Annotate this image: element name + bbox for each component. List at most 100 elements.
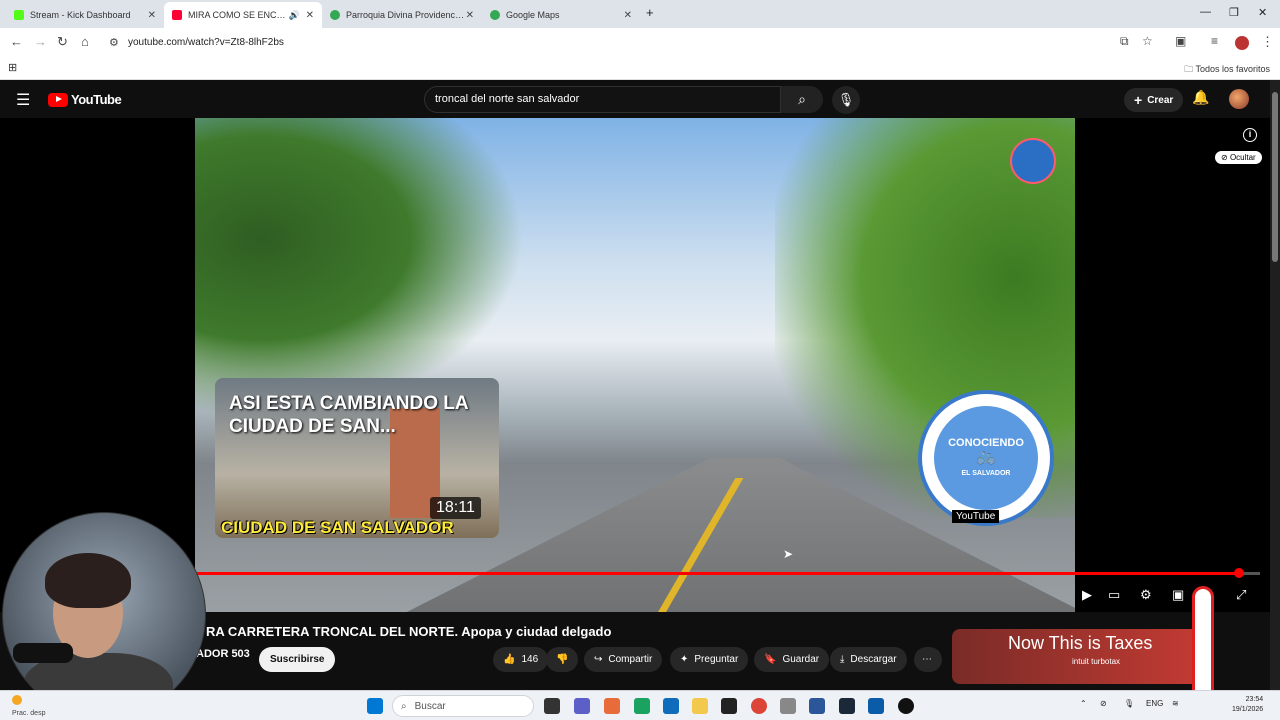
- weather-icon: [12, 695, 22, 705]
- app-green-icon[interactable]: [634, 698, 650, 714]
- download-button[interactable]: ⤓ Descargar: [830, 647, 907, 672]
- subscribe-button[interactable]: Suscribirse: [259, 647, 336, 672]
- file-explorer-icon[interactable]: [692, 698, 708, 714]
- miniplayer-icon[interactable]: ▣: [1172, 587, 1184, 603]
- create-button[interactable]: + Crear: [1124, 88, 1184, 112]
- bookmarks-bar: ⊞ 🗀 Todos los favoritos: [0, 58, 1280, 80]
- hide-button[interactable]: ⊘ Ocultar: [1215, 151, 1262, 164]
- watermark-channel-icon[interactable]: [1010, 138, 1056, 184]
- all-bookmarks-folder[interactable]: 🗀 Todos los favoritos: [1184, 62, 1270, 78]
- info-icon[interactable]: i: [1243, 128, 1257, 142]
- tab-google-maps[interactable]: Google Maps ✕: [482, 4, 640, 26]
- video-player[interactable]: [0, 118, 1270, 612]
- tab-search-icon[interactable]: ▣: [1175, 34, 1186, 48]
- search-button[interactable]: ⌕: [781, 86, 823, 113]
- video-scene-trees-left: [195, 118, 525, 418]
- store-icon[interactable]: [868, 698, 884, 714]
- search-input[interactable]: troncal del norte san salvador: [424, 86, 781, 113]
- obs-icon[interactable]: [898, 698, 914, 714]
- tab-parroquia[interactable]: Parroquia Divina Providencia - C ✕: [322, 4, 482, 26]
- close-tab-icon[interactable]: ✕: [624, 10, 632, 21]
- dislike-button[interactable]: 👎: [546, 647, 579, 672]
- taskbar-clock[interactable]: 23:54 19/1/2026: [1232, 695, 1263, 715]
- ad-title: Now This is Taxes: [1008, 633, 1153, 653]
- windows-start-icon[interactable]: [367, 698, 383, 714]
- thumbs-up-icon: 👍: [503, 654, 516, 665]
- tab-kick-dashboard[interactable]: Stream - Kick Dashboard ✕: [6, 4, 164, 26]
- channel-logo-badge[interactable]: CONOCIENDO 🚲 EL SALVADOR: [918, 390, 1054, 526]
- reading-list-icon[interactable]: ≡: [1211, 34, 1218, 48]
- close-tab-icon[interactable]: ✕: [306, 10, 314, 21]
- network-off-icon[interactable]: ⊘: [1100, 699, 1107, 708]
- apps-grid-icon[interactable]: ⊞: [8, 61, 17, 74]
- ad-banner[interactable]: Now This is Taxes intuit turbotax: [952, 629, 1202, 684]
- wifi-icon[interactable]: ≋: [1172, 699, 1179, 708]
- subtitles-icon[interactable]: ▭: [1108, 587, 1120, 603]
- ad-sponsor: intuit turbotax: [1072, 657, 1121, 666]
- settings-gear-icon[interactable]: ⚙: [1140, 587, 1152, 603]
- more-menu-icon[interactable]: ⋮: [1261, 34, 1274, 50]
- youtube-header: ☰ YouTube troncal del norte san salvador…: [0, 80, 1270, 118]
- install-app-icon[interactable]: ⧉: [1120, 34, 1129, 49]
- progress-scrubber[interactable]: [1233, 568, 1244, 578]
- profile-avatar[interactable]: [1235, 36, 1249, 50]
- chrome-icon[interactable]: [751, 698, 767, 714]
- close-window-icon[interactable]: ✕: [1258, 6, 1267, 19]
- search-icon: ⌕: [798, 91, 806, 107]
- save-button[interactable]: 🔖 Guardar: [754, 647, 830, 672]
- eye-off-icon: ⊘: [1221, 153, 1228, 162]
- audio-playing-icon[interactable]: 🔊: [289, 10, 300, 21]
- plus-icon: +: [1134, 92, 1143, 108]
- share-arrow-icon: ↪: [594, 654, 603, 665]
- forward-icon[interactable]: →: [34, 34, 47, 49]
- weather-widget[interactable]: Prac. desp: [12, 695, 45, 719]
- home-icon[interactable]: ⌂: [81, 34, 89, 49]
- taskbar-search[interactable]: ⌕ Buscar: [392, 695, 534, 717]
- youtube-logo[interactable]: YouTube: [48, 92, 122, 107]
- minimize-icon[interactable]: —: [1200, 6, 1211, 18]
- browser-tab-bar: Stream - Kick Dashboard ✕ MIRA COMO SE E…: [0, 0, 1280, 28]
- site-info-icon[interactable]: ⚙: [109, 36, 119, 49]
- account-avatar[interactable]: [1229, 89, 1249, 109]
- channel-logo-youtube-label: YouTube: [952, 510, 1000, 523]
- tab-youtube-video[interactable]: MIRA COMO SE ENCUENTR 🔊 ✕: [164, 2, 322, 28]
- teams-icon[interactable]: [574, 698, 590, 714]
- search-icon: ⌕: [401, 700, 407, 712]
- url-field[interactable]: youtube.com/watch?v=Zt8-8lhF2bs: [128, 37, 284, 48]
- thumbs-down-icon: 👎: [556, 654, 569, 665]
- game-app-icon[interactable]: [721, 698, 737, 714]
- copilot-icon[interactable]: [604, 698, 620, 714]
- bookmark-icon: 🔖: [764, 654, 777, 665]
- voice-search-button[interactable]: 🎙: [832, 86, 860, 114]
- fullscreen-icon[interactable]: ⤢: [1236, 587, 1246, 603]
- word-icon[interactable]: [809, 698, 825, 714]
- ask-button[interactable]: ✦ Preguntar: [670, 647, 749, 672]
- tray-mic-icon[interactable]: 🎙: [1124, 699, 1134, 708]
- end-screen-card-duration: 18:11: [430, 497, 481, 519]
- camera-app-icon[interactable]: [780, 698, 796, 714]
- share-button[interactable]: ↪ Compartir: [584, 647, 663, 672]
- hamburger-menu-icon[interactable]: ☰: [16, 90, 30, 110]
- notifications-bell-icon[interactable]: 🔔: [1192, 89, 1209, 106]
- bookmark-star-icon[interactable]: ☆: [1142, 34, 1153, 48]
- download-icon: ⤓: [840, 654, 845, 665]
- task-view-icon[interactable]: [544, 698, 560, 714]
- all-bookmarks-label: Todos los favoritos: [1195, 64, 1270, 74]
- more-actions-button[interactable]: ⋯: [914, 647, 942, 672]
- restore-icon[interactable]: ❐: [1229, 6, 1239, 19]
- channel-name[interactable]: ADOR 503: [196, 648, 250, 660]
- back-icon[interactable]: ←: [10, 34, 23, 49]
- maps-favicon-icon: [330, 10, 340, 20]
- close-tab-icon[interactable]: ✕: [148, 10, 156, 21]
- new-tab-button[interactable]: +: [646, 5, 654, 20]
- language-indicator[interactable]: ENG: [1146, 699, 1163, 708]
- close-tab-icon[interactable]: ✕: [466, 10, 474, 21]
- page-scrollbar-thumb[interactable]: [1272, 92, 1278, 262]
- reload-icon[interactable]: ↻: [57, 34, 68, 50]
- autoplay-toggle-icon[interactable]: ▶: [1082, 587, 1092, 603]
- like-button[interactable]: 👍 146: [493, 647, 549, 672]
- youtube-play-icon: [48, 92, 68, 107]
- tray-overflow-icon[interactable]: ⌃: [1080, 699, 1087, 708]
- steam-icon[interactable]: [839, 698, 855, 714]
- outlook-icon[interactable]: [663, 698, 679, 714]
